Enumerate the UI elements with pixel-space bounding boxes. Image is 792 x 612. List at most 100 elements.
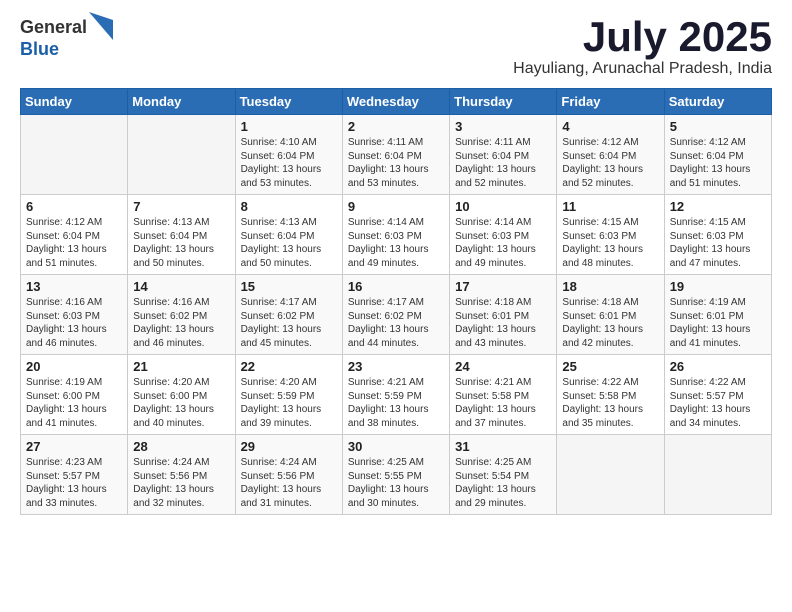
day-number: 16: [348, 279, 444, 294]
day-number: 31: [455, 439, 551, 454]
calendar-cell: 27 Sunrise: 4:23 AM Sunset: 5:57 PM Dayli…: [21, 435, 128, 515]
calendar-cell: 29Sunrise: 4:24 AM Sunset: 5:56 PM Dayli…: [235, 435, 342, 515]
calendar-cell: 13 Sunrise: 4:16 AM Sunset: 6:03 PM Dayli…: [21, 275, 128, 355]
day-number: 14: [133, 279, 229, 294]
cell-info: Sunrise: 4:14 AM Sunset: 6:03 PM Dayligh…: [455, 216, 551, 270]
calendar-cell: 21 Sunrise: 4:20 AM Sunset: 6:00 PM Dayli…: [128, 355, 235, 435]
calendar-cell: 4Sunrise: 4:12 AM Sunset: 6:04 PM Daylig…: [557, 115, 664, 195]
cell-info: Sunrise: 4:25 AM Sunset: 5:55 PM Dayligh…: [348, 456, 444, 510]
calendar-cell: 25 Sunrise: 4:22 AM Sunset: 5:58 PM Dayli…: [557, 355, 664, 435]
calendar-cell: 6 Sunrise: 4:12 AM Sunset: 6:04 PM Daylig…: [21, 195, 128, 275]
calendar-row: 6 Sunrise: 4:12 AM Sunset: 6:04 PM Daylig…: [21, 195, 772, 275]
calendar-cell: 30 Sunrise: 4:25 AM Sunset: 5:55 PM Dayli…: [342, 435, 449, 515]
calendar-cell: 16 Sunrise: 4:17 AM Sunset: 6:02 PM Dayli…: [342, 275, 449, 355]
day-number: 30: [348, 439, 444, 454]
cell-info: Sunrise: 4:19 AM Sunset: 6:00 PM Dayligh…: [26, 376, 122, 430]
calendar-cell: 20 Sunrise: 4:19 AM Sunset: 6:00 PM Dayli…: [21, 355, 128, 435]
logo-blue: Blue: [20, 40, 113, 60]
calendar-cell: 9 Sunrise: 4:14 AM Sunset: 6:03 PM Daylig…: [342, 195, 449, 275]
calendar-cell: 8 Sunrise: 4:13 AM Sunset: 6:04 PM Daylig…: [235, 195, 342, 275]
cell-info: Sunrise: 4:17 AM Sunset: 6:02 PM Dayligh…: [241, 296, 337, 350]
calendar-cell: [664, 435, 771, 515]
calendar-cell: 5Sunrise: 4:12 AM Sunset: 6:04 PM Daylig…: [664, 115, 771, 195]
day-number: 15: [241, 279, 337, 294]
cell-info: Sunrise: 4:18 AM Sunset: 6:01 PM Dayligh…: [562, 296, 658, 350]
cell-info: Sunrise: 4:12 AM Sunset: 6:04 PM Dayligh…: [26, 216, 122, 270]
weekday-header: Sunday: [21, 89, 128, 115]
cell-info: Sunrise: 4:24 AM Sunset: 5:56 PM Dayligh…: [241, 456, 337, 510]
calendar-table: SundayMondayTuesdayWednesdayThursdayFrid…: [20, 88, 772, 515]
logo-general: General: [20, 18, 87, 38]
day-number: 19: [670, 279, 766, 294]
weekday-header-row: SundayMondayTuesdayWednesdayThursdayFrid…: [21, 89, 772, 115]
weekday-header: Monday: [128, 89, 235, 115]
cell-info: Sunrise: 4:17 AM Sunset: 6:02 PM Dayligh…: [348, 296, 444, 350]
calendar-row: 13 Sunrise: 4:16 AM Sunset: 6:03 PM Dayli…: [21, 275, 772, 355]
day-number: 22: [241, 359, 337, 374]
calendar-cell: 1Sunrise: 4:10 AM Sunset: 6:04 PM Daylig…: [235, 115, 342, 195]
page: General Blue July 2025 Hayuliang, Arunac…: [0, 0, 792, 531]
calendar-cell: 2 Sunrise: 4:11 AM Sunset: 6:04 PM Daylig…: [342, 115, 449, 195]
weekday-header: Saturday: [664, 89, 771, 115]
cell-info: Sunrise: 4:14 AM Sunset: 6:03 PM Dayligh…: [348, 216, 444, 270]
calendar-body: 1Sunrise: 4:10 AM Sunset: 6:04 PM Daylig…: [21, 115, 772, 515]
cell-info: Sunrise: 4:20 AM Sunset: 6:00 PM Dayligh…: [133, 376, 229, 430]
calendar-cell: 7Sunrise: 4:13 AM Sunset: 6:04 PM Daylig…: [128, 195, 235, 275]
cell-info: Sunrise: 4:10 AM Sunset: 6:04 PM Dayligh…: [241, 136, 337, 190]
cell-info: Sunrise: 4:13 AM Sunset: 6:04 PM Dayligh…: [241, 216, 337, 270]
day-number: 12: [670, 199, 766, 214]
cell-info: Sunrise: 4:18 AM Sunset: 6:01 PM Dayligh…: [455, 296, 551, 350]
cell-info: Sunrise: 4:21 AM Sunset: 5:58 PM Dayligh…: [455, 376, 551, 430]
day-number: 10: [455, 199, 551, 214]
day-number: 3: [455, 119, 551, 134]
calendar-cell: [21, 115, 128, 195]
calendar-cell: 14 Sunrise: 4:16 AM Sunset: 6:02 PM Dayli…: [128, 275, 235, 355]
calendar-cell: [557, 435, 664, 515]
day-number: 4: [562, 119, 658, 134]
day-number: 26: [670, 359, 766, 374]
cell-info: Sunrise: 4:21 AM Sunset: 5:59 PM Dayligh…: [348, 376, 444, 430]
calendar-cell: 11Sunrise: 4:15 AM Sunset: 6:03 PM Dayli…: [557, 195, 664, 275]
calendar-row: 27 Sunrise: 4:23 AM Sunset: 5:57 PM Dayli…: [21, 435, 772, 515]
calendar-cell: 28Sunrise: 4:24 AM Sunset: 5:56 PM Dayli…: [128, 435, 235, 515]
day-number: 2: [348, 119, 444, 134]
day-number: 21: [133, 359, 229, 374]
month-title: July 2025: [513, 16, 772, 58]
weekday-header: Friday: [557, 89, 664, 115]
header: General Blue July 2025 Hayuliang, Arunac…: [20, 16, 772, 78]
calendar-cell: 24Sunrise: 4:21 AM Sunset: 5:58 PM Dayli…: [450, 355, 557, 435]
calendar-cell: 10 Sunrise: 4:14 AM Sunset: 6:03 PM Dayli…: [450, 195, 557, 275]
cell-info: Sunrise: 4:19 AM Sunset: 6:01 PM Dayligh…: [670, 296, 766, 350]
day-number: 9: [348, 199, 444, 214]
cell-info: Sunrise: 4:25 AM Sunset: 5:54 PM Dayligh…: [455, 456, 551, 510]
logo: General Blue: [20, 16, 113, 60]
weekday-header: Thursday: [450, 89, 557, 115]
day-number: 8: [241, 199, 337, 214]
calendar-cell: 19 Sunrise: 4:19 AM Sunset: 6:01 PM Dayli…: [664, 275, 771, 355]
day-number: 20: [26, 359, 122, 374]
day-number: 17: [455, 279, 551, 294]
cell-info: Sunrise: 4:16 AM Sunset: 6:02 PM Dayligh…: [133, 296, 229, 350]
calendar-cell: 18 Sunrise: 4:18 AM Sunset: 6:01 PM Dayli…: [557, 275, 664, 355]
day-number: 6: [26, 199, 122, 214]
title-block: July 2025 Hayuliang, Arunachal Pradesh, …: [513, 16, 772, 78]
calendar-cell: 3 Sunrise: 4:11 AM Sunset: 6:04 PM Daylig…: [450, 115, 557, 195]
cell-info: Sunrise: 4:13 AM Sunset: 6:04 PM Dayligh…: [133, 216, 229, 270]
calendar-cell: 12Sunrise: 4:15 AM Sunset: 6:03 PM Dayli…: [664, 195, 771, 275]
cell-info: Sunrise: 4:16 AM Sunset: 6:03 PM Dayligh…: [26, 296, 122, 350]
calendar-cell: 22Sunrise: 4:20 AM Sunset: 5:59 PM Dayli…: [235, 355, 342, 435]
calendar-cell: 17 Sunrise: 4:18 AM Sunset: 6:01 PM Dayli…: [450, 275, 557, 355]
day-number: 11: [562, 199, 658, 214]
day-number: 23: [348, 359, 444, 374]
day-number: 27: [26, 439, 122, 454]
cell-info: Sunrise: 4:22 AM Sunset: 5:58 PM Dayligh…: [562, 376, 658, 430]
day-number: 25: [562, 359, 658, 374]
cell-info: Sunrise: 4:22 AM Sunset: 5:57 PM Dayligh…: [670, 376, 766, 430]
logo-icon: [89, 12, 113, 40]
day-number: 18: [562, 279, 658, 294]
day-number: 13: [26, 279, 122, 294]
calendar-cell: 26 Sunrise: 4:22 AM Sunset: 5:57 PM Dayli…: [664, 355, 771, 435]
cell-info: Sunrise: 4:23 AM Sunset: 5:57 PM Dayligh…: [26, 456, 122, 510]
cell-info: Sunrise: 4:11 AM Sunset: 6:04 PM Dayligh…: [348, 136, 444, 190]
cell-info: Sunrise: 4:11 AM Sunset: 6:04 PM Dayligh…: [455, 136, 551, 190]
